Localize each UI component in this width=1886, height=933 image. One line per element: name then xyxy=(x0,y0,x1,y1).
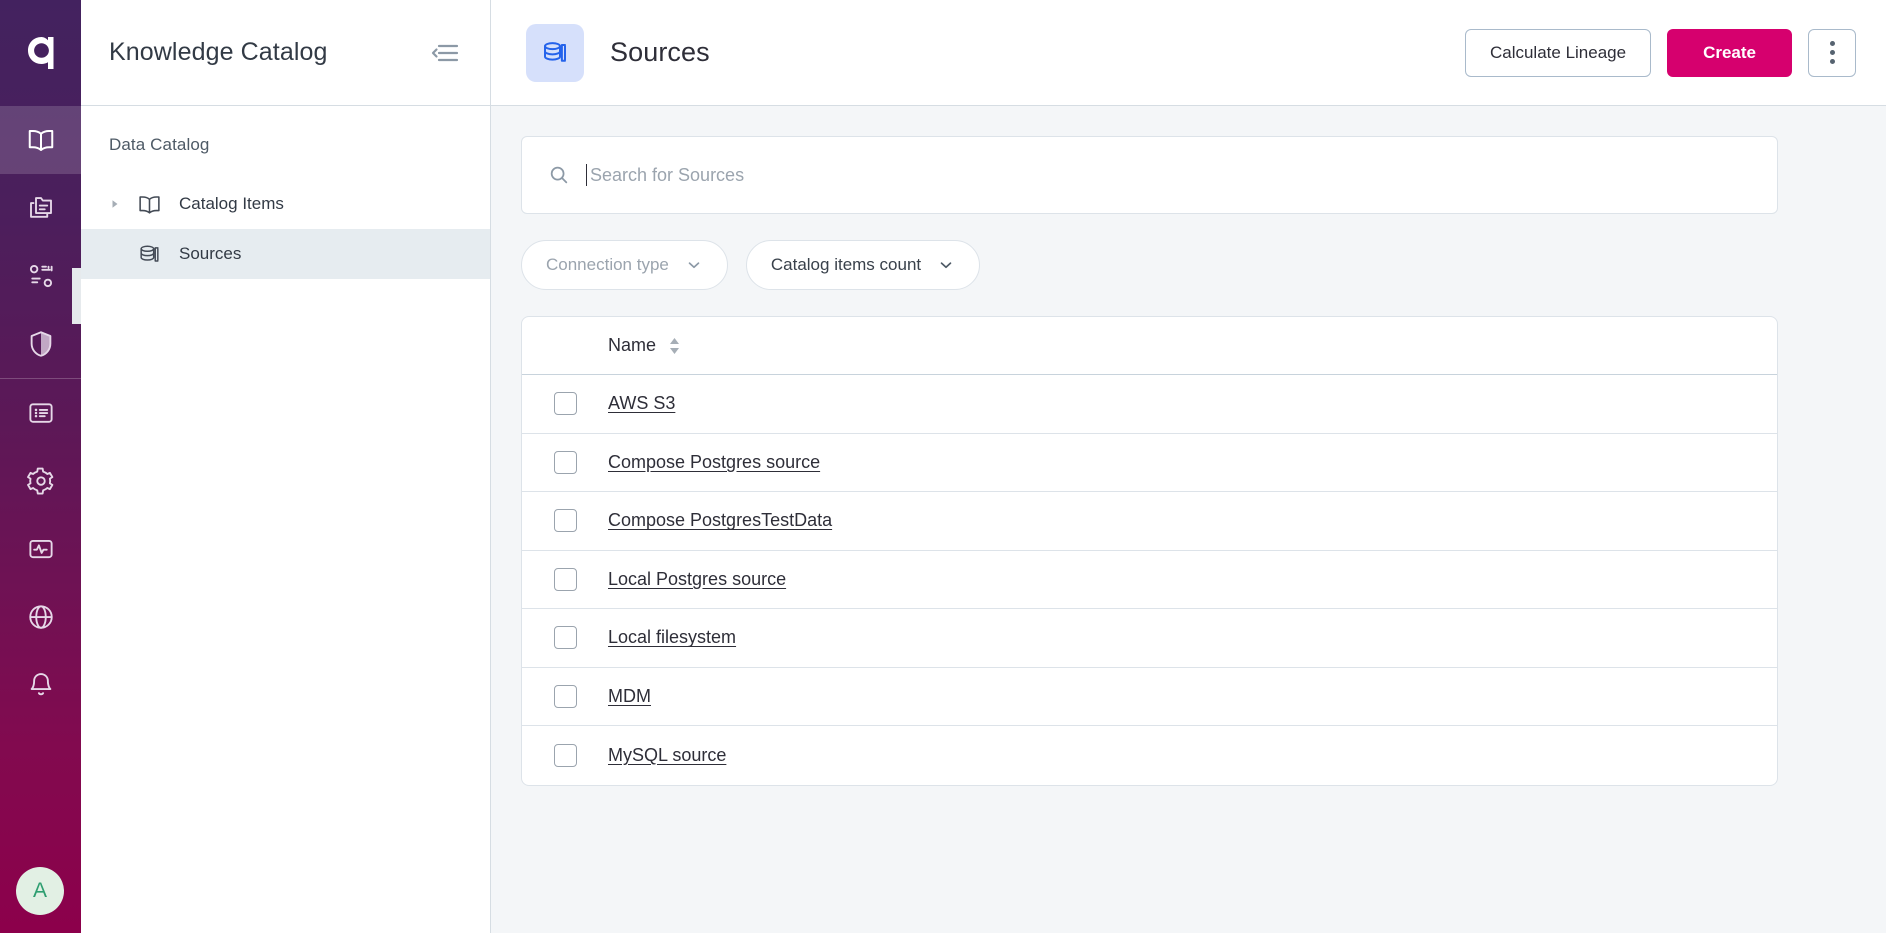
monitoring-pulse-icon xyxy=(28,539,53,559)
row-checkbox[interactable] xyxy=(553,684,577,708)
rail-item-settings[interactable] xyxy=(0,447,81,515)
calculate-lineage-button[interactable]: Calculate Lineage xyxy=(1464,28,1652,77)
sidebar-item-catalog-items[interactable]: Catalog Items xyxy=(81,179,490,229)
rail-item-global[interactable] xyxy=(0,583,81,651)
search-input[interactable]: Search for Sources xyxy=(590,165,744,186)
row-select-cell xyxy=(522,743,608,767)
sidebar-section-label: Data Catalog xyxy=(109,135,210,154)
primary-nav-rail: A xyxy=(0,0,81,933)
data-quality-icon xyxy=(29,264,53,288)
table-row[interactable]: MDM xyxy=(522,668,1777,726)
table-row[interactable]: MySQL source xyxy=(522,726,1777,785)
sidebar-item-sources[interactable]: Sources xyxy=(81,229,490,279)
sidebar-nav-list: Catalog Items Sources xyxy=(81,179,490,279)
sidebar-header: Knowledge Catalog xyxy=(81,0,490,106)
row-checkbox[interactable] xyxy=(553,509,577,533)
create-button[interactable]: Create xyxy=(1667,28,1792,77)
gear-icon xyxy=(26,467,53,495)
sidebar-title: Knowledge Catalog xyxy=(109,38,328,66)
avatar-initial: A xyxy=(32,879,47,902)
app-logo[interactable] xyxy=(0,0,81,106)
table-row[interactable]: Compose PostgresTestData xyxy=(522,492,1777,551)
column-header-label: Name xyxy=(608,335,657,355)
row-checkbox[interactable] xyxy=(553,450,577,474)
rail-item-knowledge-catalog[interactable] xyxy=(0,106,81,174)
rail-item-data-stories[interactable] xyxy=(0,174,81,242)
filter-catalog-items-count[interactable]: Catalog items count xyxy=(745,240,981,290)
main-body: Search for Sources Connection type Catal… xyxy=(491,106,1886,933)
collapse-panel-icon xyxy=(431,44,459,61)
database-stack-icon xyxy=(140,245,159,262)
header-actions: Calculate Lineage Create xyxy=(1464,28,1856,77)
globe-icon xyxy=(28,605,53,629)
source-name-link[interactable]: MySQL source xyxy=(608,745,726,766)
sidebar-item-label: Catalog Items xyxy=(179,194,284,213)
row-select-cell xyxy=(522,684,608,708)
text-cursor xyxy=(586,164,587,186)
page-header: Sources Calculate Lineage Create xyxy=(491,0,1886,106)
sort-arrows-icon[interactable] xyxy=(668,337,681,355)
more-vertical-icon xyxy=(1829,41,1835,64)
list-box-icon xyxy=(28,403,53,423)
row-select-cell xyxy=(522,450,608,474)
database-stack-icon xyxy=(544,41,566,62)
source-name-link[interactable]: Compose Postgres source xyxy=(608,452,820,473)
sources-icon-wrap xyxy=(137,242,171,267)
filter-connection-type[interactable]: Connection type xyxy=(521,240,728,290)
shield-icon xyxy=(30,331,51,357)
column-header-name[interactable]: Name xyxy=(608,335,681,356)
rail-item-tasks[interactable] xyxy=(0,379,81,447)
collapse-panel-button[interactable] xyxy=(428,36,462,70)
bell-icon xyxy=(30,673,51,696)
rail-item-list-secondary xyxy=(0,379,81,719)
sources-table: Name AWS S3 Compose Postgres source Comp… xyxy=(521,316,1778,786)
source-name-link[interactable]: MDM xyxy=(608,686,651,707)
page-title: Sources xyxy=(610,37,710,67)
row-checkbox[interactable] xyxy=(553,626,577,650)
chevron-down-icon xyxy=(688,262,700,269)
row-select-cell xyxy=(522,392,608,416)
table-row[interactable]: AWS S3 xyxy=(522,375,1777,434)
rail-item-data-quality[interactable] xyxy=(0,242,81,310)
table-row[interactable]: Local Postgres source xyxy=(522,551,1777,609)
folder-stack-icon xyxy=(29,197,52,218)
rail-item-notifications[interactable] xyxy=(0,651,81,719)
expand-caret[interactable] xyxy=(109,198,137,210)
avatar[interactable]: A xyxy=(16,867,64,915)
chevron-down-icon xyxy=(940,262,952,269)
source-name-link[interactable]: Local filesystem xyxy=(608,627,736,648)
row-select-cell xyxy=(522,626,608,650)
row-select-cell xyxy=(522,509,608,533)
source-name-link[interactable]: Compose PostgresTestData xyxy=(608,510,832,531)
filter-label: Connection type xyxy=(546,255,669,274)
row-select-cell xyxy=(522,567,608,591)
main-area: Sources Calculate Lineage Create Search … xyxy=(491,0,1886,933)
source-name-link[interactable]: Local Postgres source xyxy=(608,569,786,590)
chevron-right-icon xyxy=(112,200,118,208)
rail-item-monitoring[interactable] xyxy=(0,515,81,583)
row-checkbox[interactable] xyxy=(553,567,577,591)
table-row[interactable]: Compose Postgres source xyxy=(522,434,1777,492)
rail-item-list xyxy=(0,106,81,378)
filter-label: Catalog items count xyxy=(770,255,922,274)
search-icon xyxy=(550,166,568,184)
rail-item-governance[interactable] xyxy=(0,310,81,378)
book-open-icon xyxy=(139,195,160,214)
book-open-icon xyxy=(28,130,53,151)
filter-bar: Connection type Catalog items count xyxy=(521,240,1778,290)
table-row[interactable]: Local filesystem xyxy=(522,609,1777,668)
secondary-sidebar: Knowledge Catalog Data Catalog Catalog I… xyxy=(81,0,491,933)
table-header-row: Name xyxy=(522,317,1777,375)
more-options-button[interactable] xyxy=(1808,28,1856,77)
page-icon-badge xyxy=(526,23,584,82)
row-checkbox[interactable] xyxy=(553,743,577,767)
rail-scrollbar[interactable] xyxy=(72,268,81,324)
row-checkbox[interactable] xyxy=(553,392,577,416)
source-name-link[interactable]: AWS S3 xyxy=(608,393,675,414)
search-bar[interactable]: Search for Sources xyxy=(521,136,1778,214)
catalog-items-icon-wrap xyxy=(137,192,171,217)
sidebar-item-label: Sources xyxy=(179,244,242,263)
ataccama-a-logo-icon xyxy=(27,37,53,69)
